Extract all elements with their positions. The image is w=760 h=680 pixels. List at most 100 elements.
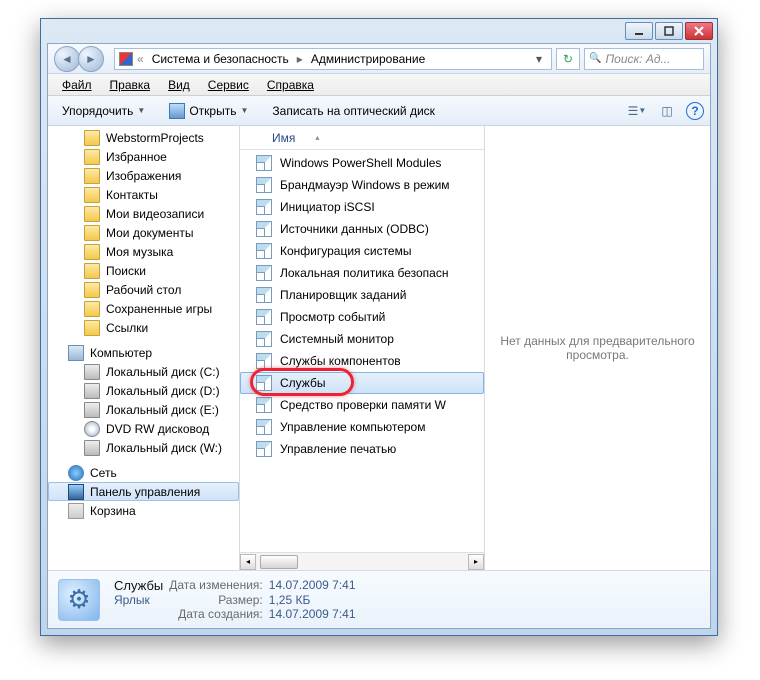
help-button[interactable]: ? [686,102,704,120]
nav-item[interactable]: Избранное [48,147,239,166]
file-item[interactable]: Просмотр событий [240,306,484,328]
nav-item-label: Избранное [106,150,167,164]
shortcut-icon [256,419,272,435]
menu-tools[interactable]: Сервис [200,76,257,94]
menu-edit[interactable]: Правка [102,76,159,94]
nav-item[interactable]: Корзина [48,501,239,520]
organize-button[interactable]: Упорядочить▼ [54,101,153,121]
nav-item[interactable]: Ссылки [48,318,239,337]
folder-icon [84,130,100,146]
file-item[interactable]: Службы компонентов [240,350,484,372]
file-item[interactable]: Конфигурация системы [240,240,484,262]
nav-item[interactable]: Локальный диск (W:) [48,438,239,457]
folder-icon [84,320,100,336]
titlebar [41,19,717,43]
address-dropdown[interactable]: ▾ [531,52,547,66]
nav-item[interactable]: Сохраненные игры [48,299,239,318]
nav-item-label: Сеть [90,466,117,480]
file-item[interactable]: Источники данных (ODBC) [240,218,484,240]
address-row: ◄ ► « Система и безопасность ▸ Администр… [48,44,710,74]
comp-icon [68,345,84,361]
breadcrumb-root[interactable]: Система и безопасность [148,50,293,68]
shield-icon [119,52,133,66]
details-text: Службы Дата изменения: 14.07.2009 7:41 Я… [114,578,362,621]
drive-icon [84,364,100,380]
file-item[interactable]: Инициатор iSCSI [240,196,484,218]
sort-indicator-icon: ▴ [315,133,319,142]
file-item-label: Инициатор iSCSI [280,200,375,214]
client-area: ◄ ► « Система и безопасность ▸ Администр… [47,43,711,629]
file-list: Windows PowerShell ModulesБрандмауэр Win… [240,150,484,552]
nav-item[interactable]: Поиски [48,261,239,280]
nav-item[interactable]: Локальный диск (E:) [48,400,239,419]
shortcut-icon [256,287,272,303]
nav-item[interactable]: Локальный диск (C:) [48,362,239,381]
maximize-button[interactable] [655,22,683,40]
file-item[interactable]: Системный монитор [240,328,484,350]
horizontal-scrollbar[interactable]: ◂ ▸ [240,552,484,570]
details-type: Ярлык [114,593,163,607]
file-item[interactable]: Средство проверки памяти W [240,394,484,416]
back-button[interactable]: ◄ [54,46,80,72]
nav-item-label: Ссылки [106,321,148,335]
view-mode-button[interactable]: ☰ ▼ [626,100,648,122]
nav-item[interactable]: Компьютер [48,343,239,362]
open-icon [169,103,185,119]
file-item-label: Системный монитор [280,332,394,346]
scroll-right-button[interactable]: ▸ [468,554,484,570]
close-button[interactable] [685,22,713,40]
folder-icon [84,301,100,317]
nav-item[interactable]: Мои документы [48,223,239,242]
nav-item-label: Локальный диск (W:) [106,441,222,455]
file-item-label: Просмотр событий [280,310,385,324]
refresh-button[interactable]: ↻ [556,48,580,70]
scroll-track[interactable] [256,554,468,570]
nav-item[interactable]: Мои видеозаписи [48,204,239,223]
file-item[interactable]: Управление печатью [240,438,484,460]
nav-item[interactable]: Рабочий стол [48,280,239,299]
forward-button[interactable]: ► [78,46,104,72]
file-item[interactable]: Управление компьютером [240,416,484,438]
burn-button[interactable]: Записать на оптический диск [264,101,443,121]
drive-icon [84,383,100,399]
search-input[interactable]: Поиск: Ад... [584,48,704,70]
shortcut-icon [256,221,272,237]
preview-pane-button[interactable]: ◫ [656,100,678,122]
file-item-label: Локальная политика безопасн [280,266,448,280]
address-bar[interactable]: « Система и безопасность ▸ Администриров… [114,48,552,70]
folder-icon [84,244,100,260]
folder-icon [84,206,100,222]
nav-buttons: ◄ ► [54,46,110,72]
menu-file[interactable]: Файл [54,76,100,94]
folder-icon [84,149,100,165]
file-item[interactable]: Локальная политика безопасн [240,262,484,284]
minimize-button[interactable] [625,22,653,40]
file-item[interactable]: Планировщик заданий [240,284,484,306]
nav-item[interactable]: Изображения [48,166,239,185]
nav-item[interactable]: DVD RW дисковод [48,419,239,438]
nav-item-label: Поиски [106,264,146,278]
file-item-label: Средство проверки памяти W [280,398,446,412]
nav-item[interactable]: Локальный диск (D:) [48,381,239,400]
menu-help[interactable]: Справка [259,76,322,94]
column-header-name[interactable]: Имя▴ [240,126,484,150]
nav-item[interactable]: Моя музыка [48,242,239,261]
shortcut-icon [256,375,272,391]
net-icon [68,465,84,481]
shortcut-icon [256,397,272,413]
open-button[interactable]: Открыть▼ [161,100,256,122]
file-item[interactable]: Брандмауэр Windows в режим [240,174,484,196]
scroll-thumb[interactable] [260,555,298,569]
nav-item[interactable]: WebstormProjects [48,128,239,147]
nav-item[interactable]: Контакты [48,185,239,204]
details-icon [58,579,100,621]
nav-item-label: Рабочий стол [106,283,181,297]
nav-item[interactable]: Панель управления [48,482,239,501]
scroll-left-button[interactable]: ◂ [240,554,256,570]
menu-view[interactable]: Вид [160,76,198,94]
shortcut-icon [256,199,272,215]
breadcrumb-current[interactable]: Администрирование [307,50,429,68]
nav-item[interactable]: Сеть [48,463,239,482]
file-item[interactable]: Windows PowerShell Modules [240,152,484,174]
file-item[interactable]: Службы [240,372,484,394]
